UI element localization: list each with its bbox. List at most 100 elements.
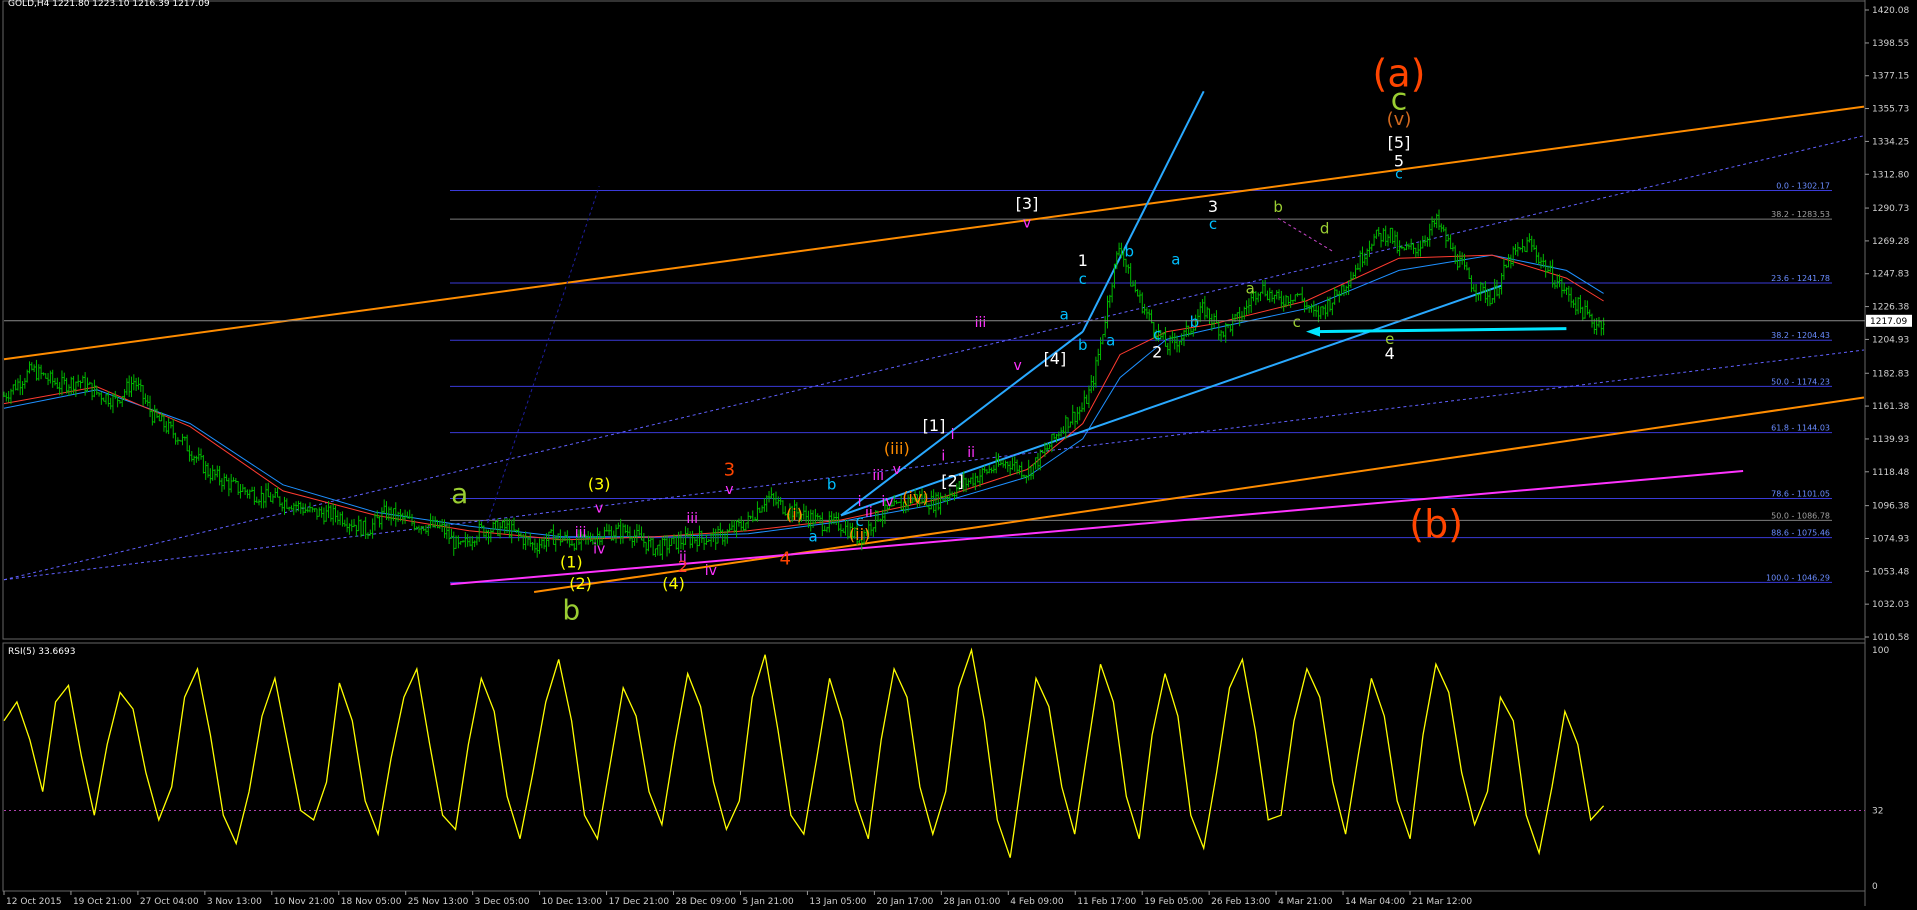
wave-label: a: [808, 527, 817, 545]
trendline[interactable]: [3, 349, 1865, 581]
wave-label: v: [1023, 216, 1031, 232]
time-axis-label: 28 Dec 09:00: [676, 897, 737, 906]
wave-label: [4]: [1044, 349, 1067, 368]
chart-canvas[interactable]: 0.0 - 1302.17 38.2 - 1283.53 23.6 - 1241.7…: [0, 0, 1917, 907]
moving-average-line: [3, 254, 1604, 541]
arrow-annotation[interactable]: [1306, 326, 1567, 337]
time-axis-label: 4 Feb 09:00: [1010, 897, 1064, 906]
mt4-chart-window[interactable]: 0.0 - 1302.17 38.2 - 1283.53 23.6 - 1241.7…: [0, 0, 1917, 907]
fib-level-label: 23.6 - 1241.78: [1771, 274, 1830, 283]
wave-label: d: [1320, 220, 1330, 238]
wave-label: i: [941, 448, 945, 464]
wave-label: b: [1125, 243, 1135, 261]
wave-label: (1): [560, 552, 583, 571]
wave-label: c: [1153, 325, 1161, 343]
time-axis-label: 18 Nov 05:00: [341, 897, 402, 906]
wave-label: [3]: [1016, 194, 1039, 213]
time-axis-label: 10 Nov 21:00: [274, 897, 335, 906]
trendline[interactable]: [487, 186, 600, 524]
wave-label: i: [951, 427, 955, 443]
rsi-axis-label: 100: [1872, 646, 1889, 656]
wave-label: (3): [588, 474, 611, 493]
wave-label: a: [1246, 279, 1255, 297]
trendline[interactable]: [450, 469, 1744, 586]
price-axis-label: 1355.73: [1872, 105, 1909, 115]
wave-label: iv: [593, 542, 605, 558]
rsi-line: [3, 647, 1605, 858]
wave-label: 2: [1152, 343, 1162, 362]
price-axis-label: 1377.15: [1872, 72, 1909, 82]
wave-label: v: [1014, 358, 1022, 374]
fib-level-label: 61.8 - 1144.03: [1771, 424, 1830, 433]
wave-label: (b): [1409, 502, 1463, 546]
wave-label: c: [1079, 270, 1087, 288]
symbol-header: GOLD,H4 1221.80 1223.10 1216.39 1217.09: [8, 0, 210, 9]
rsi-header: RSI(5) 33.6693: [8, 647, 75, 657]
wave-label: ii: [967, 445, 975, 461]
wave-label: (v): [1387, 109, 1412, 130]
fib-level-label: 0.0 - 1302.17: [1776, 182, 1830, 191]
price-axis-label: 1312.80: [1872, 170, 1909, 180]
time-axis-label: 3 Dec 05:00: [475, 897, 530, 906]
time-axis-label: 3 Nov 13:00: [207, 897, 262, 906]
time-axis-label: 19 Feb 05:00: [1144, 897, 1203, 906]
fibonacci-levels: 0.0 - 1302.17 38.2 - 1283.53 23.6 - 1241.7…: [450, 182, 1832, 583]
time-axis[interactable]: 12 Oct 2015 19 Oct 21:00 27 Oct 04:00 3 Nov…: [3, 891, 1472, 907]
wave-label: ii: [865, 505, 873, 521]
fib-level-label: 38.2 - 1283.53: [1771, 210, 1830, 219]
wave-label: v: [725, 482, 733, 498]
time-axis-label: 10 Dec 13:00: [542, 897, 603, 906]
wave-label: b: [562, 594, 580, 627]
wave-label: b: [1190, 313, 1200, 331]
price-axis-label: 1139.93: [1872, 435, 1909, 445]
time-axis-label: 17 Dec 21:00: [609, 897, 670, 906]
wave-label: v: [893, 462, 901, 478]
time-axis-label: 14 Mar 04:00: [1345, 897, 1405, 906]
wave-label: 4: [1385, 344, 1395, 363]
trendline[interactable]: [840, 284, 1502, 517]
price-axis-label: 1269.28: [1872, 237, 1909, 247]
wave-label: (2): [569, 574, 592, 593]
arrow-head[interactable]: [1306, 326, 1320, 337]
wave-label: 4: [779, 548, 790, 569]
time-axis-label: 12 Oct 2015: [6, 897, 62, 906]
price-axis-label: 1074.93: [1872, 534, 1909, 544]
wave-label: iii: [975, 315, 987, 331]
price-axis-label: 1161.38: [1872, 402, 1909, 412]
arrow-shaft[interactable]: [1315, 327, 1567, 334]
wave-label: (iii): [884, 439, 910, 458]
wave-label: (ii): [849, 525, 870, 544]
price-axis[interactable]: 1420.08 1398.55 1377.15 1355.73 1334.25 1312.…: [4, 6, 1912, 643]
wave-label: iv: [881, 494, 893, 510]
wave-label: b: [1078, 336, 1088, 354]
main-panel-border: [2, 0, 1866, 640]
price-axis-label: 1334.25: [1872, 137, 1909, 147]
trendline[interactable]: [533, 396, 1865, 593]
time-axis-label: 20 Jan 17:00: [876, 897, 933, 906]
fib-level-label: 38.2 - 1204.43: [1771, 331, 1830, 340]
moving-average-line: [3, 254, 1604, 538]
trendline[interactable]: [3, 135, 1865, 581]
wave-label: a: [1171, 250, 1180, 268]
wave-label: 3: [724, 460, 735, 481]
moving-averages: [3, 254, 1604, 541]
wave-label: [2]: [941, 471, 964, 490]
time-axis-label: 25 Nov 13:00: [408, 897, 469, 906]
price-axis-label: 1226.38: [1872, 303, 1909, 313]
fib-level-label: 50.0 - 1174.23: [1771, 377, 1830, 386]
trendline[interactable]: [3, 105, 1865, 361]
wave-label: 2: [678, 557, 688, 576]
price-axis-label: 1398.55: [1872, 39, 1909, 49]
rsi-axis-label: 32: [1872, 806, 1883, 816]
trendlines[interactable]: [3, 90, 1865, 593]
price-axis-label: 1247.83: [1872, 270, 1909, 280]
current-price-text: 1217.09: [1870, 317, 1907, 327]
rsi-indicator: 100 32 0: [3, 646, 1889, 892]
price-axis-label: 1032.03: [1872, 600, 1909, 610]
wave-label: a: [451, 477, 468, 510]
trendline-extension[interactable]: [1081, 90, 1205, 333]
time-axis-label: 21 Mar 12:00: [1412, 897, 1472, 906]
wave-label: b: [1273, 198, 1283, 216]
price-axis-label: 1010.58: [1872, 633, 1909, 643]
price-axis-label: 1204.93: [1872, 335, 1909, 345]
